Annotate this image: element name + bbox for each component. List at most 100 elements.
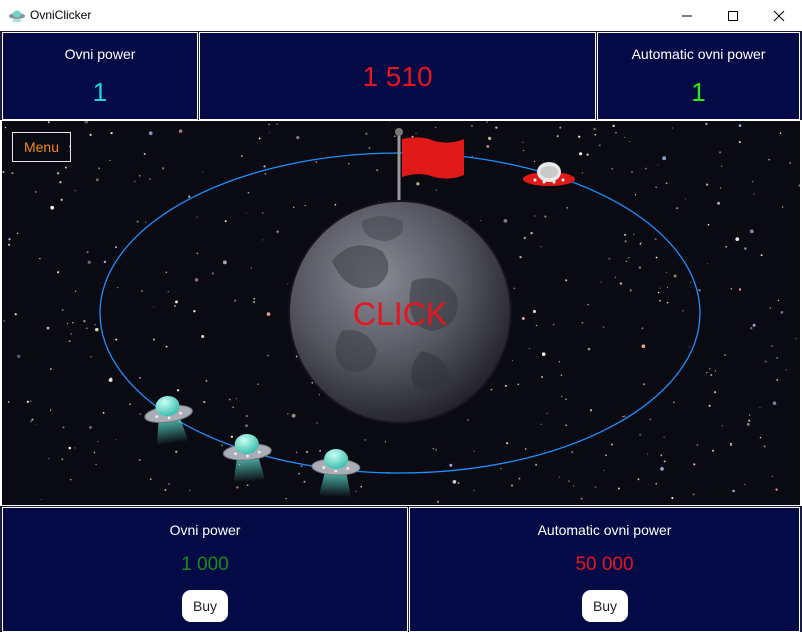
star xyxy=(257,383,259,385)
buy-automatic-ovni-power-button[interactable]: Buy xyxy=(582,590,628,622)
star xyxy=(93,451,96,454)
star xyxy=(749,229,754,234)
star xyxy=(672,401,675,404)
star xyxy=(74,447,76,449)
star xyxy=(473,489,475,492)
star xyxy=(102,412,105,414)
star xyxy=(175,450,178,453)
star xyxy=(72,321,74,324)
star xyxy=(541,376,543,378)
ufo-icon xyxy=(9,10,25,22)
star xyxy=(193,310,196,313)
star xyxy=(610,443,613,446)
star xyxy=(487,136,492,141)
star xyxy=(768,158,771,161)
menu-button[interactable]: Menu xyxy=(12,132,71,162)
star xyxy=(693,463,696,466)
shop-automatic-ovni-power-panel: Automatic ovni power 50 000 Buy xyxy=(409,507,800,632)
star xyxy=(245,414,248,418)
star xyxy=(663,460,666,463)
star xyxy=(173,304,176,307)
star xyxy=(511,359,513,361)
star xyxy=(706,263,709,265)
star xyxy=(666,286,669,288)
star xyxy=(303,480,306,483)
star xyxy=(521,141,524,144)
star xyxy=(708,404,711,407)
star xyxy=(452,479,457,484)
star xyxy=(7,401,10,403)
minimize-button[interactable] xyxy=(664,0,710,31)
star xyxy=(153,306,155,308)
star xyxy=(61,458,64,461)
star xyxy=(598,144,601,147)
star xyxy=(140,289,144,293)
star xyxy=(565,398,567,401)
window-title: OvniClicker xyxy=(30,8,92,22)
star xyxy=(466,419,469,421)
star xyxy=(658,299,661,302)
star xyxy=(134,180,136,183)
star xyxy=(315,161,318,163)
star xyxy=(696,444,699,446)
star xyxy=(751,180,754,183)
star xyxy=(602,326,605,328)
star xyxy=(705,183,709,186)
star xyxy=(245,212,247,214)
star xyxy=(535,463,538,466)
click-label: CLICK xyxy=(353,296,447,332)
star xyxy=(558,476,561,478)
star xyxy=(291,413,296,418)
star xyxy=(671,496,674,500)
star xyxy=(772,401,777,406)
star xyxy=(110,377,113,380)
star xyxy=(473,450,475,452)
star xyxy=(247,191,250,194)
star xyxy=(589,409,593,412)
star xyxy=(364,439,367,441)
star xyxy=(50,205,55,210)
star xyxy=(660,454,663,457)
star xyxy=(490,388,493,391)
star xyxy=(164,489,167,492)
automatic-ovni-power-label: Automatic ovni power xyxy=(631,46,766,62)
star xyxy=(565,424,567,426)
star xyxy=(631,171,633,173)
star xyxy=(647,453,649,455)
star xyxy=(660,467,664,471)
star xyxy=(581,172,584,174)
star xyxy=(295,451,298,454)
star xyxy=(732,489,735,493)
close-button[interactable] xyxy=(756,0,802,31)
star xyxy=(654,238,657,241)
moon-click-target[interactable]: CLICK xyxy=(288,200,512,424)
star xyxy=(97,440,99,443)
star xyxy=(136,220,139,223)
shop-automatic-ovni-power-label: Automatic ovni power xyxy=(537,522,672,538)
star xyxy=(287,283,289,285)
star xyxy=(83,319,86,323)
star xyxy=(541,352,546,356)
star xyxy=(149,478,152,480)
star xyxy=(287,413,289,415)
star xyxy=(624,136,626,138)
buy-ovni-power-button[interactable]: Buy xyxy=(182,590,228,622)
star xyxy=(276,123,278,125)
star xyxy=(480,220,482,222)
star xyxy=(117,287,119,289)
star xyxy=(74,290,77,292)
star xyxy=(533,161,535,163)
automatic-ovni-power-panel: Automatic ovni power 1 xyxy=(597,32,800,120)
star xyxy=(682,310,684,312)
star xyxy=(89,133,92,137)
star xyxy=(710,374,713,376)
star xyxy=(625,260,627,262)
star xyxy=(637,478,640,481)
star xyxy=(721,165,723,167)
star xyxy=(232,406,235,409)
shop-automatic-ovni-power-price: 50 000 xyxy=(575,554,634,575)
star xyxy=(30,420,32,423)
star xyxy=(632,233,635,236)
maximize-button[interactable] xyxy=(710,0,756,31)
star xyxy=(615,131,617,134)
